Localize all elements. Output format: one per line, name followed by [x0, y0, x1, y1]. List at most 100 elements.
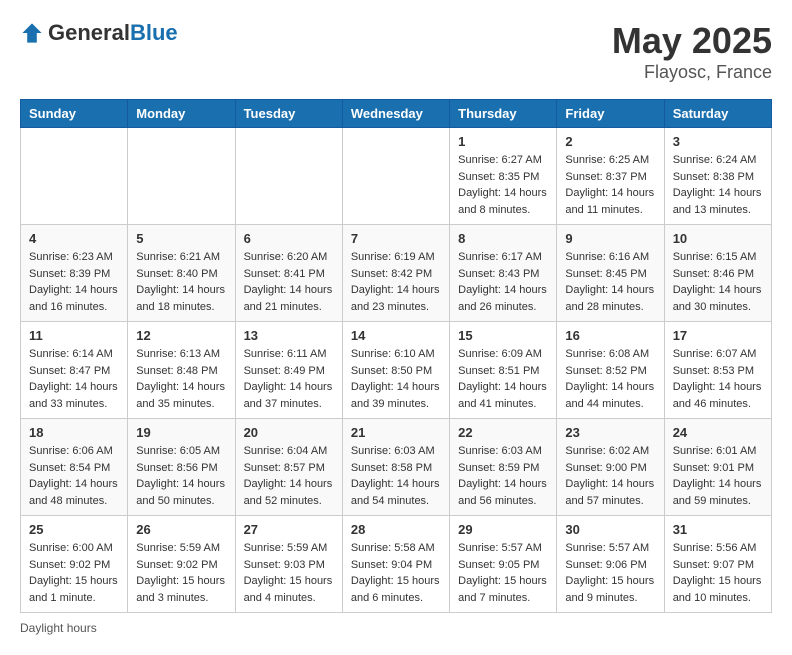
day-number: 30 [565, 522, 655, 537]
day-info: Sunrise: 6:01 AM Sunset: 9:01 PM Dayligh… [673, 443, 763, 509]
weekday-header: Friday [557, 100, 664, 128]
calendar-cell: 17 Sunrise: 6:07 AM Sunset: 8:53 PM Dayli… [664, 322, 771, 419]
calendar-cell: 6 Sunrise: 6:20 AM Sunset: 8:41 PM Daylig… [235, 225, 342, 322]
logo-blue-text: Blue [130, 20, 178, 45]
day-number: 3 [673, 134, 763, 149]
logo-general-text: General [48, 20, 130, 45]
calendar-table: SundayMondayTuesdayWednesdayThursdayFrid… [20, 99, 772, 613]
day-number: 19 [136, 425, 226, 440]
calendar-cell: 20Sunrise: 6:04 AM Sunset: 8:57 PM Dayli… [235, 419, 342, 516]
calendar-cell: 28 Sunrise: 5:58 AM Sunset: 9:04 PM Dayli… [342, 516, 449, 613]
footer-note: Daylight hours [20, 621, 772, 635]
calendar-cell: 8 Sunrise: 6:17 AM Sunset: 8:43 PM Daylig… [450, 225, 557, 322]
day-info: Sunrise: 6:20 AM Sunset: 8:41 PM Dayligh… [244, 249, 334, 315]
day-number: 12 [136, 328, 226, 343]
weekday-header: Sunday [21, 100, 128, 128]
calendar-cell: 23 Sunrise: 6:02 AM Sunset: 9:00 PM Dayli… [557, 419, 664, 516]
day-info: Sunrise: 5:58 AM Sunset: 9:04 PM Dayligh… [351, 540, 441, 606]
logo: GeneralBlue [20, 20, 178, 46]
calendar-cell [235, 128, 342, 225]
day-info: Sunrise: 6:05 AM Sunset: 8:56 PM Dayligh… [136, 443, 226, 509]
calendar-cell: 11Sunrise: 6:14 AM Sunset: 8:47 PM Dayli… [21, 322, 128, 419]
day-number: 10 [673, 231, 763, 246]
location-title: Flayosc, France [612, 62, 772, 83]
weekday-header: Thursday [450, 100, 557, 128]
day-info: Sunrise: 5:57 AM Sunset: 9:05 PM Dayligh… [458, 540, 548, 606]
calendar-week-row: 11Sunrise: 6:14 AM Sunset: 8:47 PM Dayli… [21, 322, 772, 419]
day-info: Sunrise: 6:13 AM Sunset: 8:48 PM Dayligh… [136, 346, 226, 412]
calendar-header-row: SundayMondayTuesdayWednesdayThursdayFrid… [21, 100, 772, 128]
day-info: Sunrise: 6:03 AM Sunset: 8:59 PM Dayligh… [458, 443, 548, 509]
day-info: Sunrise: 6:15 AM Sunset: 8:46 PM Dayligh… [673, 249, 763, 315]
day-info: Sunrise: 6:04 AM Sunset: 8:57 PM Dayligh… [244, 443, 334, 509]
day-number: 15 [458, 328, 548, 343]
day-info: Sunrise: 6:09 AM Sunset: 8:51 PM Dayligh… [458, 346, 548, 412]
day-info: Sunrise: 6:27 AM Sunset: 8:35 PM Dayligh… [458, 152, 548, 218]
calendar-cell: 3Sunrise: 6:24 AM Sunset: 8:38 PM Daylig… [664, 128, 771, 225]
day-info: Sunrise: 6:11 AM Sunset: 8:49 PM Dayligh… [244, 346, 334, 412]
day-info: Sunrise: 6:10 AM Sunset: 8:50 PM Dayligh… [351, 346, 441, 412]
calendar-cell: 30Sunrise: 5:57 AM Sunset: 9:06 PM Dayli… [557, 516, 664, 613]
day-number: 4 [29, 231, 119, 246]
calendar-cell: 13 Sunrise: 6:11 AM Sunset: 8:49 PM Dayli… [235, 322, 342, 419]
day-number: 8 [458, 231, 548, 246]
day-info: Sunrise: 6:02 AM Sunset: 9:00 PM Dayligh… [565, 443, 655, 509]
weekday-header: Wednesday [342, 100, 449, 128]
calendar-week-row: 25 Sunrise: 6:00 AM Sunset: 9:02 PM Dayli… [21, 516, 772, 613]
day-number: 14 [351, 328, 441, 343]
day-info: Sunrise: 6:14 AM Sunset: 8:47 PM Dayligh… [29, 346, 119, 412]
day-info: Sunrise: 6:03 AM Sunset: 8:58 PM Dayligh… [351, 443, 441, 509]
day-number: 6 [244, 231, 334, 246]
month-title: May 2025 [612, 20, 772, 62]
calendar-cell: 4Sunrise: 6:23 AM Sunset: 8:39 PM Daylig… [21, 225, 128, 322]
day-number: 24 [673, 425, 763, 440]
day-number: 22 [458, 425, 548, 440]
calendar-cell: 21Sunrise: 6:03 AM Sunset: 8:58 PM Dayli… [342, 419, 449, 516]
calendar-week-row: 4Sunrise: 6:23 AM Sunset: 8:39 PM Daylig… [21, 225, 772, 322]
day-number: 7 [351, 231, 441, 246]
calendar-week-row: 18Sunrise: 6:06 AM Sunset: 8:54 PM Dayli… [21, 419, 772, 516]
day-number: 13 [244, 328, 334, 343]
weekday-header: Saturday [664, 100, 771, 128]
calendar-cell: 15 Sunrise: 6:09 AM Sunset: 8:51 PM Dayli… [450, 322, 557, 419]
calendar-cell [21, 128, 128, 225]
day-info: Sunrise: 5:56 AM Sunset: 9:07 PM Dayligh… [673, 540, 763, 606]
calendar-cell: 12 Sunrise: 6:13 AM Sunset: 8:48 PM Dayli… [128, 322, 235, 419]
page-header: GeneralBlue May 2025 Flayosc, France [20, 20, 772, 83]
day-number: 23 [565, 425, 655, 440]
calendar-cell: 22 Sunrise: 6:03 AM Sunset: 8:59 PM Dayli… [450, 419, 557, 516]
day-number: 5 [136, 231, 226, 246]
day-number: 2 [565, 134, 655, 149]
logo-icon [20, 21, 44, 45]
title-block: May 2025 Flayosc, France [612, 20, 772, 83]
calendar-cell: 25 Sunrise: 6:00 AM Sunset: 9:02 PM Dayli… [21, 516, 128, 613]
day-info: Sunrise: 5:59 AM Sunset: 9:02 PM Dayligh… [136, 540, 226, 606]
calendar-cell: 5 Sunrise: 6:21 AM Sunset: 8:40 PM Daylig… [128, 225, 235, 322]
calendar-cell: 2 Sunrise: 6:25 AM Sunset: 8:37 PM Daylig… [557, 128, 664, 225]
day-info: Sunrise: 6:21 AM Sunset: 8:40 PM Dayligh… [136, 249, 226, 315]
calendar-cell: 14 Sunrise: 6:10 AM Sunset: 8:50 PM Dayli… [342, 322, 449, 419]
day-number: 28 [351, 522, 441, 537]
day-info: Sunrise: 6:25 AM Sunset: 8:37 PM Dayligh… [565, 152, 655, 218]
day-info: Sunrise: 6:08 AM Sunset: 8:52 PM Dayligh… [565, 346, 655, 412]
weekday-header: Tuesday [235, 100, 342, 128]
calendar-cell: 1 Sunrise: 6:27 AM Sunset: 8:35 PM Daylig… [450, 128, 557, 225]
calendar-cell: 24 Sunrise: 6:01 AM Sunset: 9:01 PM Dayli… [664, 419, 771, 516]
day-info: Sunrise: 6:00 AM Sunset: 9:02 PM Dayligh… [29, 540, 119, 606]
weekday-header: Monday [128, 100, 235, 128]
day-number: 1 [458, 134, 548, 149]
calendar-week-row: 1 Sunrise: 6:27 AM Sunset: 8:35 PM Daylig… [21, 128, 772, 225]
calendar-cell: 26 Sunrise: 5:59 AM Sunset: 9:02 PM Dayli… [128, 516, 235, 613]
day-info: Sunrise: 6:06 AM Sunset: 8:54 PM Dayligh… [29, 443, 119, 509]
day-number: 17 [673, 328, 763, 343]
calendar-cell [128, 128, 235, 225]
day-number: 25 [29, 522, 119, 537]
day-info: Sunrise: 6:07 AM Sunset: 8:53 PM Dayligh… [673, 346, 763, 412]
day-number: 31 [673, 522, 763, 537]
calendar-cell: 19 Sunrise: 6:05 AM Sunset: 8:56 PM Dayli… [128, 419, 235, 516]
day-info: Sunrise: 6:16 AM Sunset: 8:45 PM Dayligh… [565, 249, 655, 315]
day-info: Sunrise: 6:17 AM Sunset: 8:43 PM Dayligh… [458, 249, 548, 315]
day-info: Sunrise: 5:59 AM Sunset: 9:03 PM Dayligh… [244, 540, 334, 606]
calendar-cell: 18Sunrise: 6:06 AM Sunset: 8:54 PM Dayli… [21, 419, 128, 516]
day-number: 26 [136, 522, 226, 537]
